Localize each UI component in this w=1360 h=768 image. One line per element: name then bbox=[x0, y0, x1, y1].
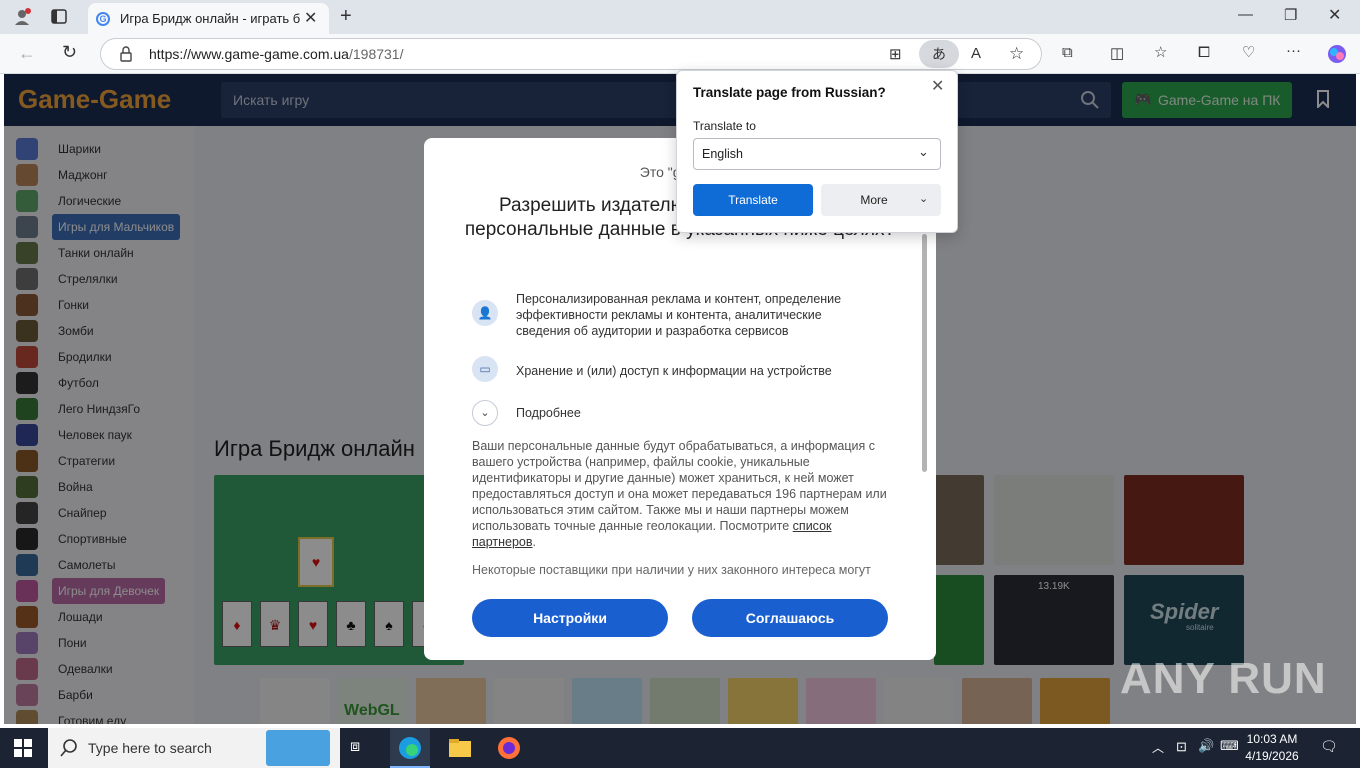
close-icon[interactable]: ✕ bbox=[931, 76, 944, 96]
purpose-device-storage: Хранение и (или) доступ к информации на … bbox=[516, 364, 832, 378]
minimize-icon[interactable]: — bbox=[1238, 6, 1253, 23]
app-available-icon[interactable]: ⊞ bbox=[889, 45, 902, 63]
translate-to-label: Translate to bbox=[693, 119, 756, 133]
tab-active[interactable]: G Игра Бридж онлайн - играть бес ✕ bbox=[88, 3, 329, 34]
notifications-icon[interactable]: 🗨 bbox=[1320, 738, 1338, 755]
split-screen-icon[interactable]: ◫ bbox=[1110, 44, 1124, 62]
settings-button[interactable]: Настройки bbox=[472, 599, 668, 637]
favorites-icon[interactable]: ☆ bbox=[1154, 43, 1167, 61]
translate-popup: Translate page from Russian? ✕ Translate… bbox=[676, 70, 958, 233]
url-path: /198731/ bbox=[348, 46, 404, 62]
device-icon: ▭ bbox=[472, 356, 498, 382]
translate-button[interactable]: Translate bbox=[693, 184, 813, 216]
more-label: More bbox=[860, 193, 888, 207]
back-icon[interactable]: ← bbox=[18, 43, 36, 64]
more-menu-icon[interactable]: ··· bbox=[1286, 42, 1301, 59]
translate-title: Translate page from Russian? bbox=[693, 85, 886, 100]
restore-icon[interactable]: ❐ bbox=[1284, 6, 1297, 24]
chevron-down-icon[interactable]: ⌄ bbox=[472, 400, 498, 426]
clock-time: 10:03 AM bbox=[1246, 732, 1298, 746]
taskbar: Type here to search ⧈ ︿ ⊡ 🔊 ⌨ 10:03 AM 4… bbox=[0, 728, 1360, 768]
translate-icon[interactable]: あ bbox=[919, 40, 959, 68]
purpose-personalized-ads: Персонализированная реклама и контент, о… bbox=[516, 292, 842, 338]
google-favicon-icon: G bbox=[96, 12, 110, 26]
chevron-down-icon: ⌄ bbox=[918, 144, 929, 159]
read-aloud-icon[interactable]: A bbox=[971, 45, 981, 62]
volume-icon[interactable]: 🔊 bbox=[1198, 738, 1214, 754]
refresh-icon[interactable]: ↻ bbox=[62, 42, 77, 63]
consent-scrollbar[interactable] bbox=[922, 234, 927, 472]
task-view-icon[interactable]: ⧈ bbox=[350, 738, 360, 756]
consent-body: Ваши персональные данные будут обрабатыв… bbox=[472, 439, 887, 549]
language-value: English bbox=[702, 147, 743, 161]
favorite-star-icon[interactable]: ☆ bbox=[1009, 44, 1024, 64]
tab-strip: G Игра Бридж онлайн - играть бес ✕ + — ❐… bbox=[0, 0, 1360, 34]
more-details-link[interactable]: Подробнее bbox=[516, 405, 876, 421]
collections-icon[interactable]: ⧠ bbox=[1198, 44, 1210, 61]
search-highlight-icon bbox=[266, 730, 330, 766]
more-button[interactable]: More ⌄ bbox=[821, 184, 941, 216]
windows-start-icon[interactable] bbox=[14, 739, 32, 762]
taskbar-search-box[interactable]: Type here to search bbox=[48, 728, 340, 768]
chevron-down-icon: ⌄ bbox=[919, 193, 929, 205]
profile-icon[interactable] bbox=[12, 7, 32, 31]
language-select[interactable]: English ⌄ bbox=[693, 138, 941, 170]
address-bar[interactable]: https://www.game-game.com.ua/198731/ ⊞ あ… bbox=[100, 38, 1042, 70]
close-tab-icon[interactable]: ✕ bbox=[304, 8, 317, 28]
consent-body-continued: Некоторые поставщики при наличии у них з… bbox=[472, 563, 871, 577]
firefox-icon[interactable] bbox=[497, 736, 521, 765]
taskbar-clock[interactable]: 10:03 AM 4/19/2026 bbox=[1232, 731, 1312, 765]
browser-essentials-icon[interactable]: ♡ bbox=[1242, 43, 1255, 61]
url-text: https://www.game-game.com.ua/198731/ bbox=[149, 46, 403, 62]
lock-icon[interactable] bbox=[119, 46, 133, 67]
taskbar-search-text: Type here to search bbox=[88, 740, 212, 756]
navigation-bar: ← ↻ https://www.game-game.com.ua/198731/… bbox=[0, 34, 1360, 74]
tab-title: Игра Бридж онлайн - играть бес bbox=[120, 11, 300, 26]
clock-date: 4/19/2026 bbox=[1245, 749, 1299, 763]
tab-actions-icon[interactable] bbox=[50, 8, 68, 30]
edge-taskbar-icon[interactable] bbox=[390, 728, 430, 768]
new-tab-icon[interactable]: + bbox=[340, 5, 352, 28]
network-icon[interactable]: ⊡ bbox=[1176, 739, 1187, 755]
url-host: https://www.game-game.com.ua bbox=[149, 46, 349, 62]
agree-button[interactable]: Соглашаюсь bbox=[692, 599, 888, 637]
user-icon: 👤 bbox=[472, 300, 498, 326]
copilot-icon[interactable] bbox=[1326, 43, 1348, 70]
anyrun-watermark: ANY RUN bbox=[1120, 654, 1327, 703]
tray-chevron-up-icon[interactable]: ︿ bbox=[1152, 739, 1164, 756]
search-icon bbox=[60, 739, 78, 762]
file-explorer-icon[interactable] bbox=[448, 737, 472, 764]
extensions-icon[interactable]: ⧉ bbox=[1062, 44, 1073, 61]
close-window-icon[interactable]: ✕ bbox=[1328, 5, 1341, 25]
